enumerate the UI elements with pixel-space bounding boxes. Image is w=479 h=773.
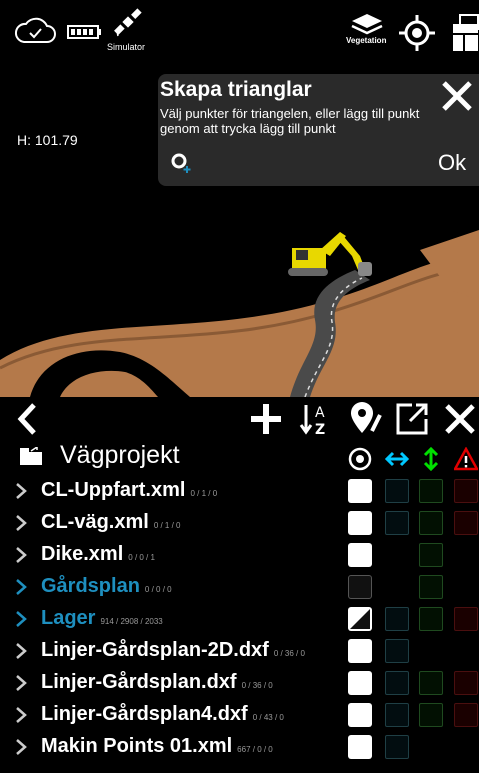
vegetation-label[interactable]: Vegetation <box>346 36 386 45</box>
vertical-arrows-icon[interactable] <box>419 447 443 471</box>
item-name: Linjer-Gårdsplan.dxf 0 / 36 / 0 <box>41 671 273 693</box>
dialog-instructions: Välj punkter för triangelen, eller lägg … <box>160 106 420 136</box>
dialog-title: Skapa trianglar <box>160 78 312 101</box>
terrain-map <box>0 230 479 397</box>
list-item[interactable]: Dike.xml 0 / 0 / 1 <box>0 541 479 571</box>
horizontal-arrows-icon[interactable] <box>385 447 409 471</box>
list-item[interactable]: Makin Points 01.xml 667 / 0 / 0 <box>0 733 479 763</box>
chevron-right-icon[interactable] <box>14 610 28 628</box>
vertical-toggle[interactable] <box>419 671 443 695</box>
folder-icon <box>20 447 42 465</box>
add-icon[interactable] <box>249 401 283 437</box>
project-panel: A Z Vägprojekt CL-Uppfart.xml 0 / 1 / 0 … <box>0 397 479 773</box>
chevron-right-icon[interactable] <box>14 578 28 596</box>
cloud-sync-icon[interactable] <box>14 16 56 44</box>
vertical-toggle[interactable] <box>419 479 443 503</box>
list-item[interactable]: CL-Uppfart.xml 0 / 1 / 0 <box>0 477 479 507</box>
item-counts: 667 / 0 / 0 <box>237 745 273 754</box>
height-readout: H: 101.79 <box>17 132 78 148</box>
item-counts: 0 / 36 / 0 <box>273 649 305 658</box>
horizontal-toggle[interactable] <box>385 479 409 503</box>
horizontal-toggle[interactable] <box>385 511 409 535</box>
item-name: Linjer-Gårdsplan-2D.dxf 0 / 36 / 0 <box>41 639 305 661</box>
item-counts: 0 / 0 / 1 <box>128 553 155 562</box>
visibility-checkbox[interactable] <box>348 479 372 503</box>
partial-visibility-checkbox[interactable] <box>348 607 372 631</box>
eye-icon[interactable] <box>348 447 372 471</box>
vertical-toggle[interactable] <box>419 543 443 567</box>
close-icon[interactable] <box>441 80 473 112</box>
horizontal-toggle[interactable] <box>385 607 409 631</box>
back-icon[interactable] <box>16 401 38 437</box>
horizontal-toggle[interactable] <box>385 671 409 695</box>
warning-icon[interactable] <box>454 447 478 471</box>
visibility-checkbox[interactable] <box>348 543 372 567</box>
horizontal-toggle[interactable] <box>385 639 409 663</box>
warning-toggle[interactable] <box>454 671 478 695</box>
chevron-right-icon[interactable] <box>14 642 28 660</box>
item-name: Gårdsplan 0 / 0 / 0 <box>41 575 172 597</box>
item-name: Makin Points 01.xml 667 / 0 / 0 <box>41 735 273 757</box>
vertical-toggle[interactable] <box>419 511 443 535</box>
item-name: Linjer-Gårdsplan4.dxf 0 / 43 / 0 <box>41 703 284 725</box>
simulator-label: Simulator <box>107 42 146 52</box>
visibility-checkbox[interactable] <box>348 639 372 663</box>
item-name: CL-Uppfart.xml 0 / 1 / 0 <box>41 479 218 501</box>
item-counts: 0 / 1 / 0 <box>190 489 218 498</box>
list-item[interactable]: Linjer-Gårdsplan.dxf 0 / 36 / 0 <box>0 669 479 699</box>
vertical-toggle[interactable] <box>419 703 443 727</box>
warning-toggle[interactable] <box>454 703 478 727</box>
vertical-toggle[interactable] <box>419 575 443 599</box>
project-title: Vägprojekt <box>60 441 180 469</box>
chevron-right-icon[interactable] <box>14 674 28 692</box>
chevron-right-icon[interactable] <box>14 706 28 724</box>
list-item[interactable]: Gårdsplan 0 / 0 / 0 <box>0 573 479 603</box>
add-point-icon[interactable] <box>170 152 192 174</box>
horizontal-toggle[interactable] <box>385 703 409 727</box>
item-counts: 914 / 2908 / 2033 <box>100 617 163 626</box>
item-counts: 0 / 0 / 0 <box>144 585 172 594</box>
vertical-toggle[interactable] <box>419 607 443 631</box>
satellite-icon[interactable] <box>114 8 142 38</box>
list-item[interactable]: Linjer-Gårdsplan-2D.dxf 0 / 36 / 0 <box>0 637 479 667</box>
map-pin-edit-icon[interactable] <box>348 401 382 437</box>
open-external-icon[interactable] <box>394 401 430 437</box>
map-view[interactable]: Simulator Vegetation H: 101.79 Skapa tri… <box>0 0 479 397</box>
item-counts: 0 / 43 / 0 <box>252 713 284 722</box>
windows-icon[interactable] <box>452 14 479 52</box>
list-item[interactable]: Lager 914 / 2908 / 2033 <box>0 605 479 635</box>
warning-toggle[interactable] <box>454 607 478 631</box>
warning-toggle[interactable] <box>454 479 478 503</box>
item-name: CL-väg.xml 0 / 1 / 0 <box>41 511 181 533</box>
layers-icon[interactable] <box>350 12 384 38</box>
list-item[interactable]: CL-väg.xml 0 / 1 / 0 <box>0 509 479 539</box>
excavator-icon <box>288 232 372 276</box>
visibility-checkbox[interactable] <box>348 703 372 727</box>
create-triangles-dialog: Skapa trianglar Välj punkter för triange… <box>158 74 479 186</box>
visibility-checkbox[interactable] <box>348 735 372 759</box>
item-counts: 0 / 36 / 0 <box>241 681 273 690</box>
list-item[interactable]: Linjer-Gårdsplan4.dxf 0 / 43 / 0 <box>0 701 479 731</box>
ok-button[interactable]: Ok <box>438 150 466 176</box>
chevron-right-icon[interactable] <box>14 546 28 564</box>
svg-text:A: A <box>315 405 325 421</box>
visibility-checkbox[interactable] <box>348 511 372 535</box>
visibility-checkbox[interactable] <box>348 671 372 695</box>
close-panel-icon[interactable] <box>444 401 476 437</box>
svg-text:Z: Z <box>315 422 325 437</box>
item-counts: 0 / 1 / 0 <box>153 521 181 530</box>
visibility-checkbox[interactable] <box>348 575 372 599</box>
chevron-right-icon[interactable] <box>14 738 28 756</box>
locate-icon[interactable] <box>398 14 436 52</box>
chevron-right-icon[interactable] <box>14 482 28 500</box>
item-name: Dike.xml 0 / 0 / 1 <box>41 543 155 565</box>
sort-az-icon[interactable]: A Z <box>299 401 331 437</box>
horizontal-toggle[interactable] <box>385 735 409 759</box>
warning-toggle[interactable] <box>454 511 478 535</box>
battery-icon <box>67 25 101 39</box>
chevron-right-icon[interactable] <box>14 514 28 532</box>
item-name: Lager 914 / 2908 / 2033 <box>41 607 163 629</box>
